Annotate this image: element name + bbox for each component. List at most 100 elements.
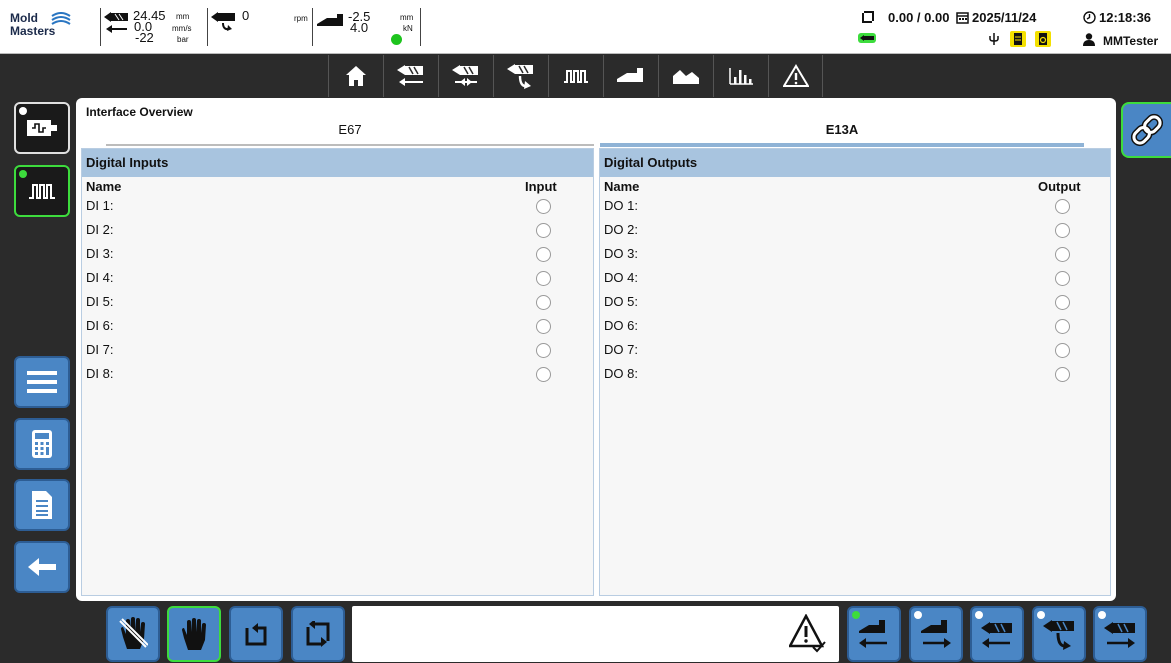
input-state-indicator [536,247,551,262]
table-row: DI 7: [86,341,113,365]
header-divider [312,8,313,46]
nav-injection-hold[interactable] [438,55,493,97]
input-state-indicator [536,295,551,310]
report-button[interactable] [14,479,70,531]
mold-file-icon[interactable] [1035,31,1051,47]
nav-screw-recovery[interactable] [493,55,548,97]
setup-mode-button[interactable] [106,606,160,662]
table-row: DI 4: [86,269,113,293]
output-state-indicator [1055,343,1070,358]
row-name: DI 4: [86,270,114,285]
calculator-button[interactable] [14,418,70,470]
row-name: DO 5: [604,294,638,309]
nav-interface[interactable] [548,55,603,97]
semi-auto-button[interactable] [229,606,283,662]
carriage-retract-button[interactable] [847,606,901,662]
table-row: DO 8: [604,365,638,389]
status-led [19,107,27,115]
row-name: DO 7: [604,342,638,357]
status-led [975,611,983,619]
injection-forward-button[interactable] [1093,606,1147,662]
row-name: DI 7: [86,342,114,357]
interface-overview-panel: Interface Overview E67 E13A Digital Inpu… [76,98,1116,601]
tab-e67[interactable]: E67 [106,122,594,146]
home-icon [346,66,366,86]
column-header-name: Name [604,179,640,194]
row-name: DO 2: [604,222,638,237]
row-name: DO 6: [604,318,638,333]
auto-cycle-icon [306,621,330,647]
back-arrow-icon [28,558,56,576]
interface-button[interactable] [14,165,70,217]
connection-link-button[interactable] [1121,102,1171,158]
input-state-indicator [536,319,551,334]
clamp-icon [617,68,643,82]
date-display: 2025/11/24 [972,10,1037,25]
user-name[interactable]: MMTester [1103,34,1158,48]
user-icon [1083,33,1095,46]
nav-alarms[interactable] [768,55,823,97]
manual-mode-icon [182,618,206,650]
row-name: DI 5: [86,294,114,309]
tab-underline [106,144,594,146]
manual-mode-button[interactable] [167,606,221,662]
carriage-forward-button[interactable] [909,606,963,662]
output-state-indicator [1055,199,1070,214]
injection-pressure-unit: bar [177,35,189,44]
screw-rotation-icon [211,12,235,31]
status-led [852,611,860,619]
nav-clamp[interactable] [603,55,658,97]
injection-hold-icon [452,65,478,86]
recipe-file-icon[interactable] [1010,31,1026,47]
back-button[interactable] [14,541,70,593]
nav-statistics[interactable] [713,55,768,97]
machine-status-button[interactable] [14,102,70,154]
table-row: DO 2: [604,221,638,245]
link-icon [1130,113,1164,147]
auto-cycle-button[interactable] [291,606,345,662]
statistics-icon [729,68,753,85]
output-state-indicator [1055,367,1070,382]
table-row: DO 5: [604,293,638,317]
table-row: DI 2: [86,221,113,245]
arrow-left-icon [106,25,127,33]
output-state-indicator [1055,319,1070,334]
table-row: DO 4: [604,269,638,293]
screw-recovery-button[interactable] [1032,606,1086,662]
row-name: DI 8: [86,366,114,381]
alarm-icon [782,64,809,87]
injection-retract-icon [397,65,423,86]
row-name: DI 6: [86,318,114,333]
column-header-output: Output [1038,179,1081,194]
row-name: DO 8: [604,366,638,381]
report-icon [32,491,52,519]
app-window: Mold Masters 24.45 0.0 -22 mm mm/s bar 0… [0,0,1171,663]
row-name: DO 4: [604,270,638,285]
table-row: DO 6: [604,317,638,341]
calculator-icon [32,430,52,458]
nav-home[interactable] [328,55,383,97]
injection-retract-button[interactable] [970,606,1024,662]
mold-masters-logo: Mold Masters [10,12,92,42]
top-navigation [328,55,823,97]
table-row: DI 8: [86,365,113,389]
injection-speed-unit: mm/s [172,24,192,33]
row-name: DO 3: [604,246,638,261]
logo-waves-icon [51,12,71,25]
injection-position-unit: mm [176,12,190,21]
interface-icon [564,70,588,83]
warning-check-icon[interactable] [789,614,827,654]
nav-injection-retract[interactable] [383,55,438,97]
clamp-position-unit: mm [400,13,414,22]
carriage-retract-icon [859,620,887,648]
tab-e13a[interactable]: E13A [600,122,1084,147]
nav-profile[interactable] [658,55,713,97]
output-state-indicator [1055,223,1070,238]
injection-forward-icon [1104,622,1135,648]
profile-icon [673,70,699,84]
status-header: Mold Masters 24.45 0.0 -22 mm mm/s bar 0… [0,0,1171,54]
cycle-counters: 0.00 / 0.00 [888,10,950,25]
menu-button[interactable] [14,356,70,408]
table-row: DI 5: [86,293,113,317]
message-area [352,606,839,662]
